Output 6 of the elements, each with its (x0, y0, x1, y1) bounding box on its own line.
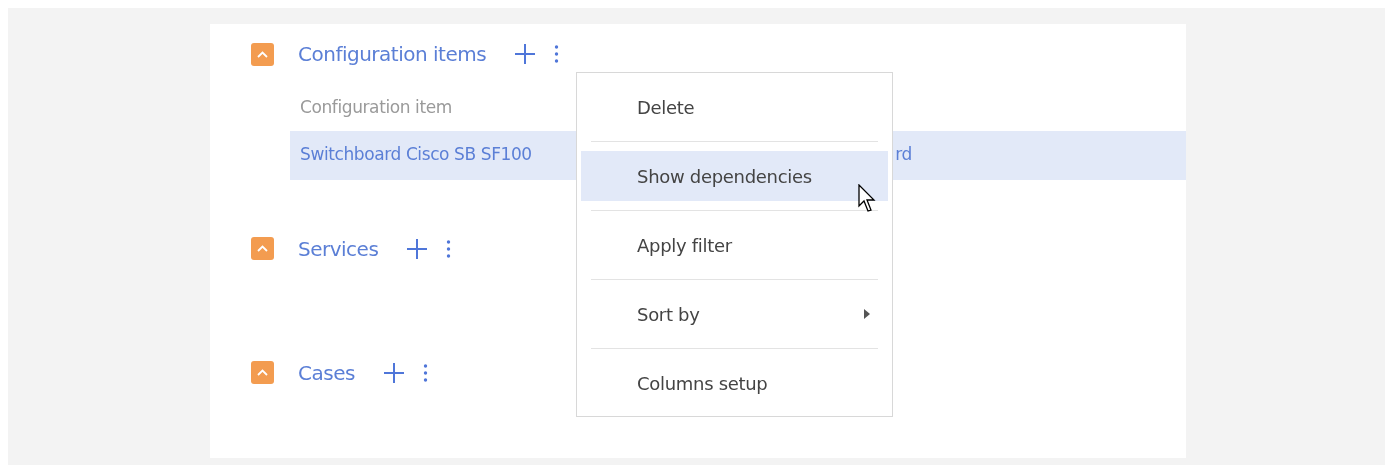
column-header: Configuration item (300, 96, 452, 119)
section-title: Configuration items (298, 41, 487, 68)
table-cell-text: rd (895, 143, 912, 167)
table-cell-text: Switchboard Cisco SB SF100 (300, 143, 532, 167)
section-title: Cases (298, 359, 355, 387)
section-title: Services (298, 235, 379, 263)
